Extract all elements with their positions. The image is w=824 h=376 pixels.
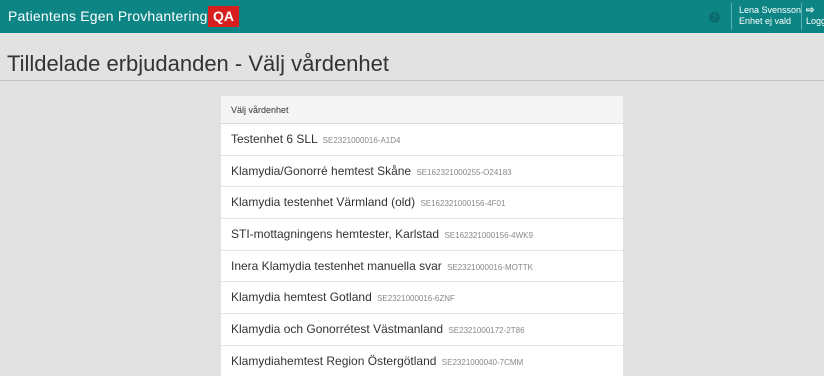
unit-selection-panel: Välj vårdenhet Testenhet 6 SLL SE2321000…	[221, 96, 623, 376]
unit-hsa-id: SE162321000255-O24183	[416, 167, 512, 177]
unit-list: Testenhet 6 SLL SE2321000016-A1D4 Klamydi…	[221, 124, 623, 376]
panel-heading: Välj vårdenhet	[221, 96, 623, 124]
top-bar: Patientens Egen Provhantering QA ? Lena …	[0, 0, 824, 33]
unit-list-item[interactable]: Testenhet 6 SLL SE2321000016-A1D4	[221, 124, 623, 156]
environment-badge: QA	[208, 6, 239, 27]
unit-name: Klamydia/Gonorré hemtest Skåne	[231, 163, 412, 178]
logout-icon: ⇨	[806, 6, 815, 16]
unit-status: Enhet ej vald	[739, 16, 792, 26]
unit-hsa-id: SE2321000172-2T86	[448, 326, 525, 336]
unit-name: Klamydia hemtest Gotland	[231, 290, 372, 305]
header-divider	[801, 3, 802, 30]
unit-name: Inera Klamydia testenhet manuella svar	[231, 258, 442, 273]
unit-name: Klamydia och Gonorrétest Västmanland	[231, 322, 444, 337]
unit-list-item[interactable]: Klamydia/Gonorré hemtest Skåne SE1623210…	[221, 156, 623, 188]
unit-list-item[interactable]: Klamydia och Gonorrétest Västmanland SE2…	[221, 314, 623, 346]
unit-list-item[interactable]: Inera Klamydia testenhet manuella svar S…	[221, 251, 623, 283]
unit-list-item[interactable]: Klamydiahemtest Region Östergötland SE23…	[221, 346, 623, 376]
help-icon[interactable]: ?	[709, 12, 720, 23]
logout-button[interactable]: ⇨ Logga ut	[806, 6, 824, 26]
app-title[interactable]: Patientens Egen Provhantering	[8, 8, 208, 24]
unit-hsa-id: SE2321000016-A1D4	[322, 136, 401, 145]
unit-name: Testenhet 6 SLL	[231, 132, 318, 146]
unit-list-item[interactable]: Klamydia hemtest Gotland SE2321000016-6Z…	[221, 282, 623, 315]
unit-name: Klamydiahemtest Region Östergötland	[231, 353, 437, 368]
unit-hsa-id: SE162321000156-4WK9	[444, 231, 533, 241]
unit-hsa-id: SE2321000016-6ZNF	[377, 294, 455, 304]
unit-name: STI-mottagningens hemtester, Karlstad	[231, 227, 440, 242]
user-name: Lena Svensson	[739, 5, 802, 15]
unit-hsa-id: SE2321000040-7CMM	[441, 357, 524, 367]
user-menu[interactable]: Lena Svensson Enhet ej vald	[739, 5, 801, 27]
unit-hsa-id: SE162321000156-4F01	[420, 199, 506, 209]
page-title: Tilldelade erbjudanden - Välj vårdenhet	[7, 51, 389, 76]
unit-list-item[interactable]: STI-mottagningens hemtester, Karlstad SE…	[221, 219, 623, 251]
unit-list-item[interactable]: Klamydia testenhet Värmland (old) SE1623…	[221, 187, 623, 220]
unit-name: Klamydia testenhet Värmland (old)	[231, 195, 416, 210]
unit-hsa-id: SE2321000016-MOTTK	[447, 262, 533, 272]
title-divider	[0, 80, 824, 81]
logout-label: Logga ut	[806, 16, 824, 26]
header-divider	[731, 3, 732, 30]
